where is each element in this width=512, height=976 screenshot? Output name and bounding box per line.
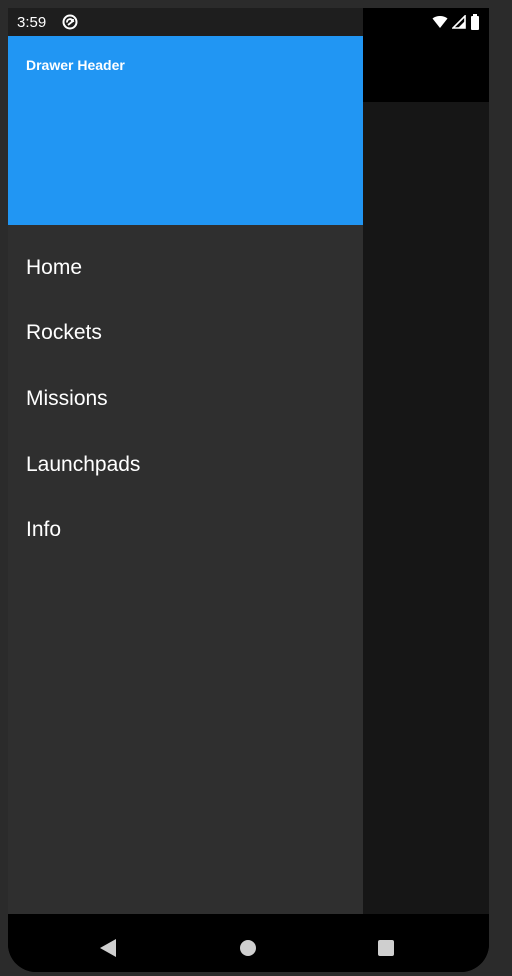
navigation-drawer: 3:59 Drawer Header Home Rockets Missions… (8, 8, 363, 914)
battery-icon (471, 14, 479, 30)
drawer-item-info[interactable]: Info (8, 497, 363, 563)
home-circle-icon[interactable] (240, 940, 256, 956)
drawer-menu-list: Home Rockets Missions Launchpads Info (8, 235, 363, 563)
drawer-item-label: Info (26, 518, 62, 542)
phone-screen: 3:59 Drawer Header Home Rockets Missions… (8, 8, 489, 972)
status-time: 3:59 (17, 14, 47, 31)
drawer-item-missions[interactable]: Missions (8, 366, 363, 432)
drawer-header: Drawer Header (8, 36, 363, 225)
wifi-icon (432, 16, 448, 28)
sync-circle-icon (62, 14, 78, 30)
cell-signal-icon (452, 15, 466, 29)
drawer-item-launchpads[interactable]: Launchpads (8, 432, 363, 498)
app-bar (363, 36, 489, 102)
drawer-header-title: Drawer Header (26, 57, 125, 73)
drawer-item-label: Missions (26, 386, 108, 410)
drawer-item-label: Home (26, 255, 83, 279)
back-triangle-icon[interactable] (100, 939, 116, 957)
recents-square-icon[interactable] (378, 940, 394, 956)
main-content-scrim[interactable] (363, 102, 489, 914)
drawer-item-label: Rockets (26, 321, 102, 345)
drawer-item-label: Launchpads (26, 452, 141, 476)
system-navigation-bar (8, 914, 489, 972)
drawer-item-rockets[interactable]: Rockets (8, 301, 363, 367)
drawer-item-home[interactable]: Home (8, 235, 363, 301)
drawer-status-bar: 3:59 (8, 8, 363, 36)
status-icons (432, 14, 480, 30)
